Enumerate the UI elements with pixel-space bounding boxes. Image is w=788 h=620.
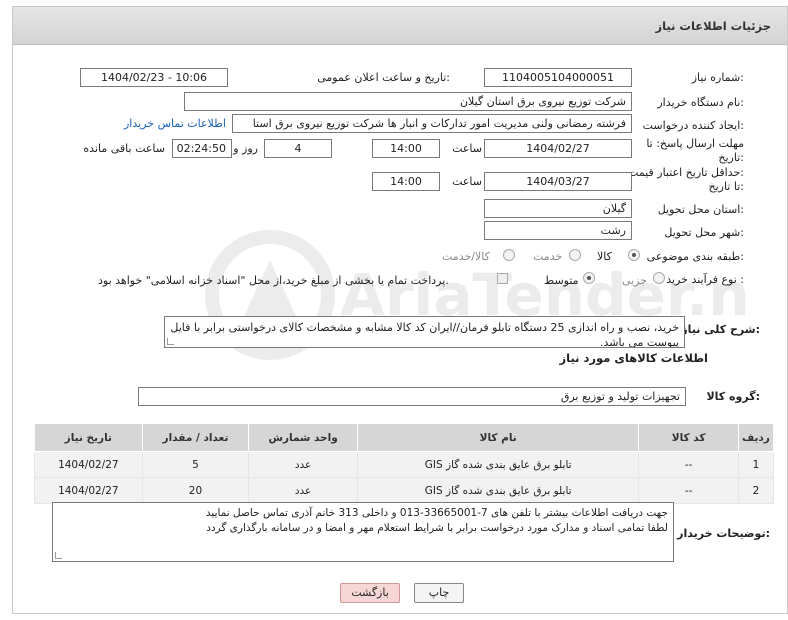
goods-code: -- [638,451,739,478]
row-number: 1 [737,451,775,478]
process-radio-minor[interactable] [653,272,665,284]
process-option-medium: متوسط [544,274,579,287]
goods-code: -- [638,477,739,504]
goods-need-date: 1404/02/27 [34,477,143,504]
city-label: شهر محل تحویل: [664,226,744,239]
goods-table-header: ردیف کد کالا نام کالا واحد شمارش تعداد /… [34,423,775,452]
buyer-org-label: نام دستگاه خریدار: [657,96,744,109]
goods-group-field: تجهیزات تولید و توزیع برق [138,387,686,406]
goods-table: ردیف کد کالا نام کالا واحد شمارش تعداد /… [34,423,775,504]
reply-time-label: ساعت [452,142,482,155]
buyer-notes-line-2: لطفا تمامی اسناد و مدارک مورد درخواست بر… [206,522,668,534]
price-date-field: 1404/03/27 [484,172,632,191]
col-row: ردیف [737,423,775,452]
category-option-goods: کالا [597,250,612,263]
reply-deadline-label-2: تاریخ: [718,151,744,164]
goods-name: تابلو برق عایق بندی شده گاز GIS [356,477,640,504]
goods-unit: عدد [248,451,358,478]
col-unit: واحد شمارش [248,423,358,452]
description-text: خرید، نصب و راه اندازی 25 دستگاه تابلو ف… [170,321,679,348]
price-deadline-label-2: تا تاریخ: [708,180,744,193]
remaining-label: ساعت باقی مانده [83,142,165,155]
reply-deadline-label: مهلت ارسال پاسخ: تا [646,137,744,150]
buyer-notes-label: توضیحات خریدار: [677,527,770,540]
row-number: 2 [737,477,775,504]
category-radio-both[interactable] [503,249,515,261]
price-deadline-label: حداقل تاریخ اعتبار قیمت: [628,166,744,179]
buyer-org-field: شرکت توزیع نیروی برق استان گیلان [184,92,632,111]
goods-quantity: 5 [141,451,250,478]
goods-name: تابلو برق عایق بندی شده گاز GIS [356,451,640,478]
panel-header: جزئیات اطلاعات نیاز [13,7,787,45]
col-name: نام کالا [356,423,640,452]
description-label: شرح کلی نیاز: [681,323,760,336]
resize-grip-icon [167,338,174,345]
goods-unit: عدد [248,477,358,504]
process-radio-medium[interactable] [583,272,595,284]
price-time-field: 14:00 [372,172,440,191]
goods-quantity: 20 [141,477,250,504]
table-row: 2 -- تابلو برق عایق بندی شده گاز GIS عدد… [34,477,775,504]
col-need-date: تاریخ نیاز [34,423,143,452]
goods-need-date: 1404/02/27 [34,451,143,478]
print-button[interactable]: چاپ [414,583,464,603]
province-field: گیلان [484,199,632,218]
buyer-notes-line-1: جهت دریافت اطلاعات بیشتر با تلفن های 7-3… [205,507,668,519]
province-label: استان محل تحویل: [657,203,744,216]
announce-field: 1404/02/23 - 10:06 [80,68,228,87]
panel-title: جزئیات اطلاعات نیاز [655,19,771,33]
reply-date-field: 1404/02/27 [484,139,632,158]
buyer-notes-textarea: جهت دریافت اطلاعات بیشتر با تلفن های 7-3… [52,502,674,562]
days-label: روز و [233,142,258,155]
category-option-both: کالا/خدمت [442,250,490,263]
treasury-payment-note: پرداخت تمام یا بخشی از مبلغ خرید،از محل … [98,274,449,287]
category-radio-goods[interactable] [628,249,640,261]
reply-time-field: 14:00 [372,139,440,158]
treasury-payment-checkbox[interactable] [497,273,508,284]
category-label: طبقه بندی موضوعی: [646,250,744,263]
description-textarea: خرید، نصب و راه اندازی 25 دستگاه تابلو ف… [164,316,685,348]
category-option-service: خدمت [533,250,563,263]
need-number-label: شماره نیاز: [691,71,744,84]
creator-label: ایجاد کننده درخواست: [642,119,744,132]
process-label: نوع فرآیند خرید : [666,273,744,286]
city-field: رشت [484,221,632,240]
buyer-contact-link[interactable]: اطلاعات تماس خریدار [124,117,226,130]
goods-section-title: اطلاعات کالاهای مورد نیاز [559,351,708,365]
col-code: کد کالا [638,423,739,452]
table-row: 1 -- تابلو برق عایق بندی شده گاز GIS عدد… [34,451,775,478]
price-time-label: ساعت [452,175,482,188]
announce-label: تاریخ و ساعت اعلان عمومی: [317,71,450,84]
creator-field: فرشته رمضانی ولنی مدیریت امور تدارکات و … [232,114,632,133]
category-radio-service[interactable] [569,249,581,261]
back-button[interactable]: بازگشت [340,583,400,603]
goods-group-label: گروه کالا: [706,390,760,403]
need-number-field: 1104005104000051 [484,68,632,87]
remaining-time-field: 02:24:50 [172,139,232,158]
days-field: 4 [264,139,332,158]
process-option-minor: جزیی [622,274,648,287]
resize-grip-icon [55,552,62,559]
col-quantity: تعداد / مقدار [141,423,250,452]
